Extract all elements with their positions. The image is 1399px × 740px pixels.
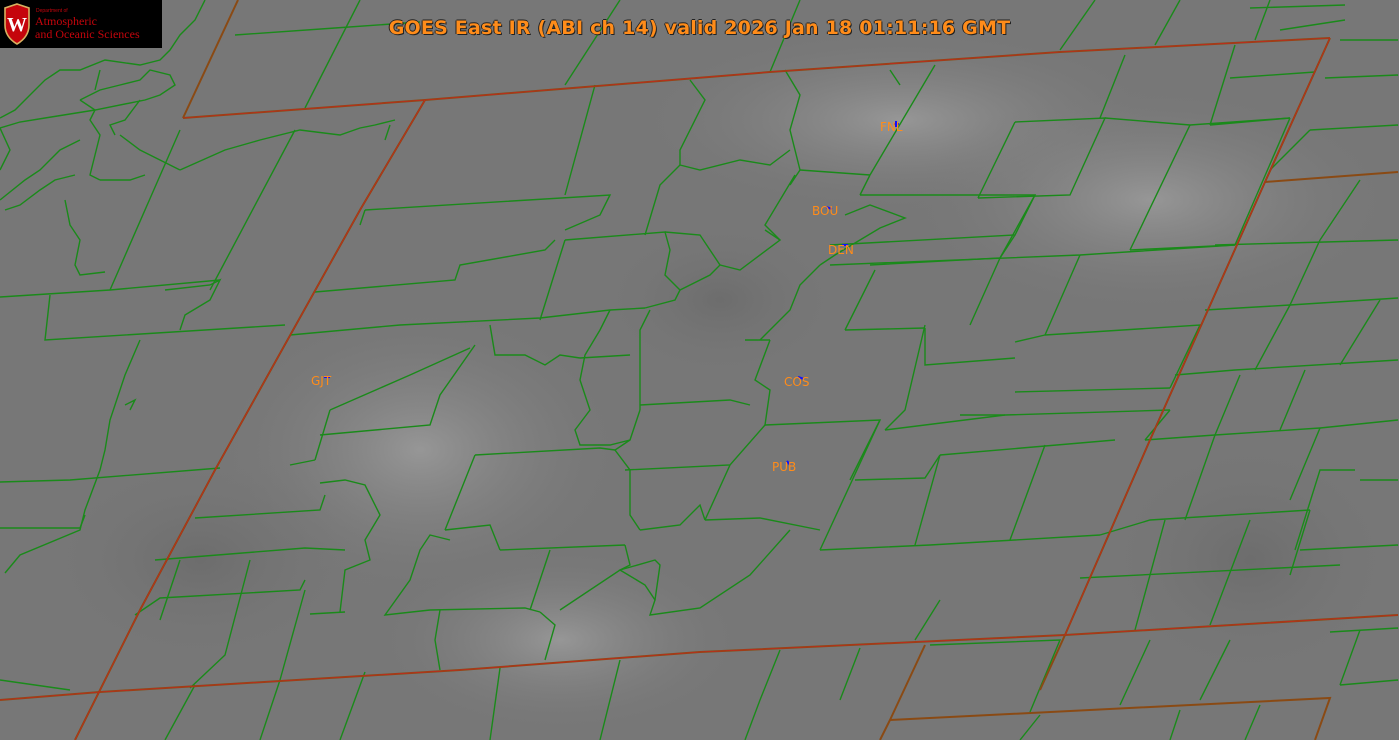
uw-crest-icon: W bbox=[4, 3, 30, 45]
logo-line-2: and Oceanic Sciences bbox=[35, 27, 140, 41]
logo-line-1: Atmospheric bbox=[35, 14, 97, 28]
satellite-map-viewport: FNL BOU DEN GJT COS PUB GOES East IR (AB… bbox=[0, 0, 1399, 740]
ir-map bbox=[0, 0, 1399, 740]
svg-text:W: W bbox=[7, 14, 27, 36]
aos-logo: W Department of Atmospheric and Oceanic … bbox=[0, 0, 162, 48]
